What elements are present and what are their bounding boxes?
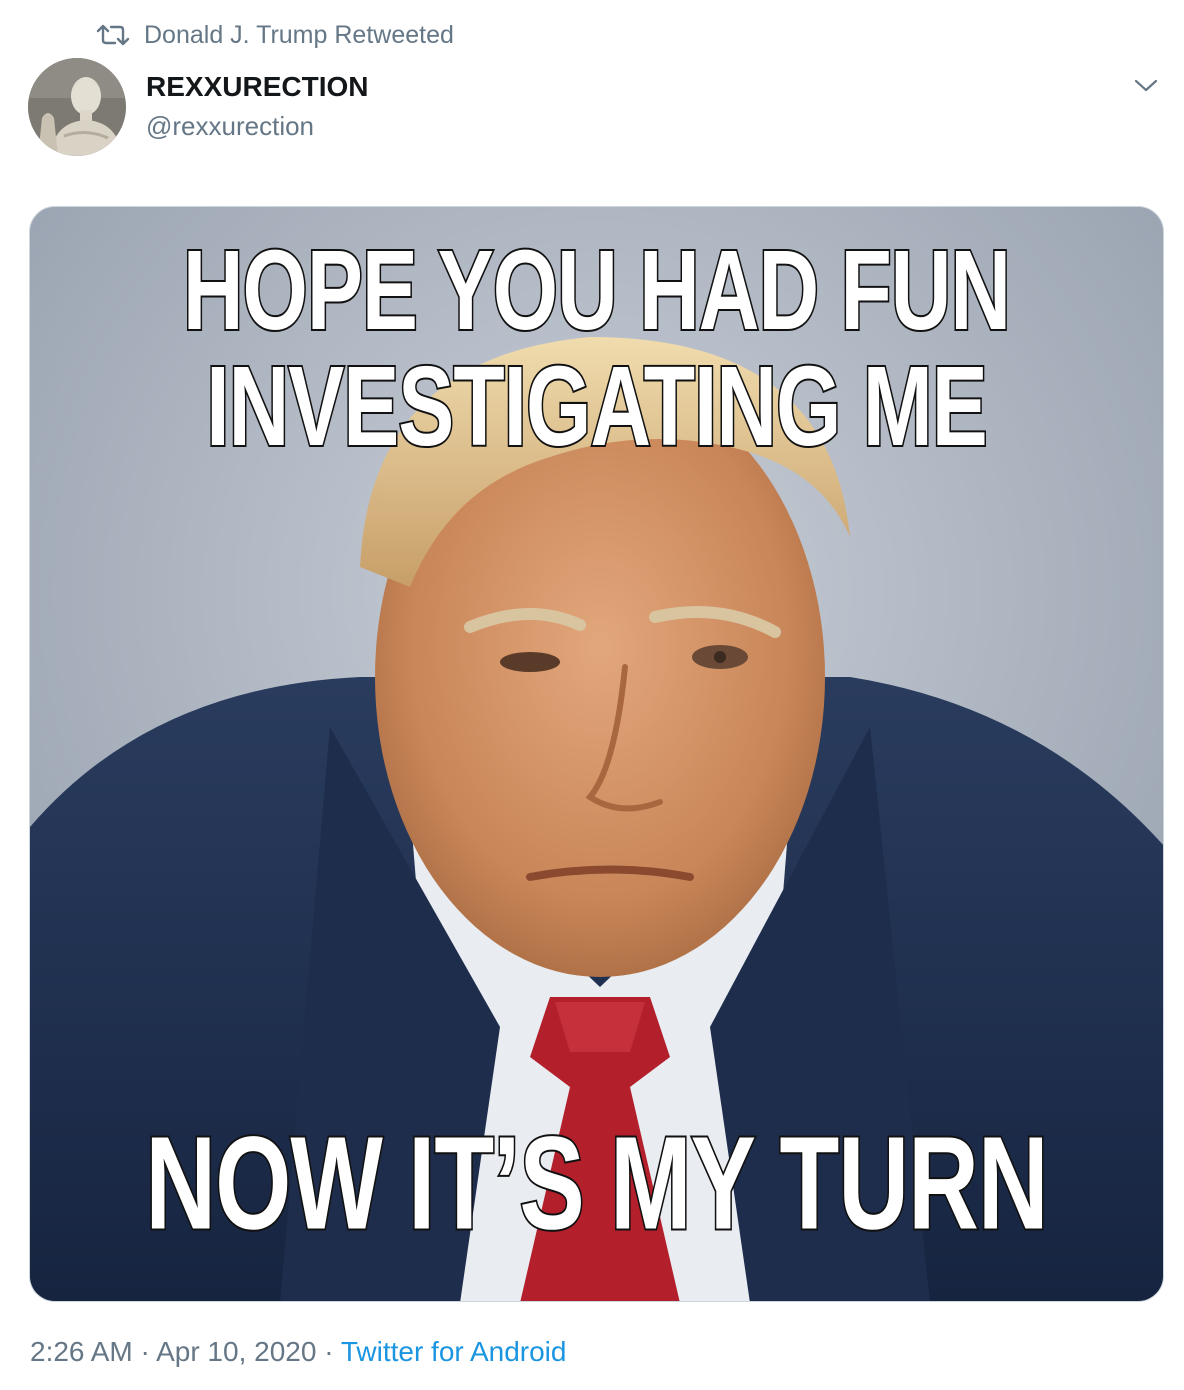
tweet-time[interactable]: 2:26 AM — [30, 1336, 133, 1367]
tweet-author[interactable]: REXXURECTION @rexxurection — [146, 68, 368, 146]
tweet-date[interactable]: Apr 10, 2020 — [156, 1336, 316, 1367]
tweet-source-link[interactable]: Twitter for Android — [341, 1336, 567, 1367]
retweet-context[interactable]: Donald J. Trump Retweeted — [96, 18, 454, 52]
statue-avatar-icon — [28, 58, 126, 156]
meta-separator: · — [140, 1336, 150, 1367]
avatar[interactable] — [28, 58, 126, 156]
display-name[interactable]: REXXURECTION — [146, 68, 368, 106]
meme-caption-top-line-2: INVESTIGATING ME — [205, 340, 989, 471]
tweet-menu-button[interactable] — [1126, 66, 1166, 106]
retweet-text: Donald J. Trump Retweeted — [144, 20, 454, 49]
user-handle[interactable]: @rexxurection — [146, 106, 368, 146]
chevron-down-icon — [1134, 79, 1158, 92]
tweet-metadata: 2:26 AM · Apr 10, 2020 · Twitter for And… — [30, 1330, 566, 1374]
retweet-icon — [96, 22, 130, 48]
meta-separator: · — [324, 1336, 334, 1367]
tweet-media-image[interactable]: HOPE YOU HAD FUN INVESTIGATING ME NOW IT… — [29, 206, 1164, 1302]
meme-caption-top-line-1: HOPE YOU HAD FUN — [181, 224, 1012, 355]
meme-caption-bottom: NOW IT’S MY TURN — [144, 1106, 1050, 1259]
